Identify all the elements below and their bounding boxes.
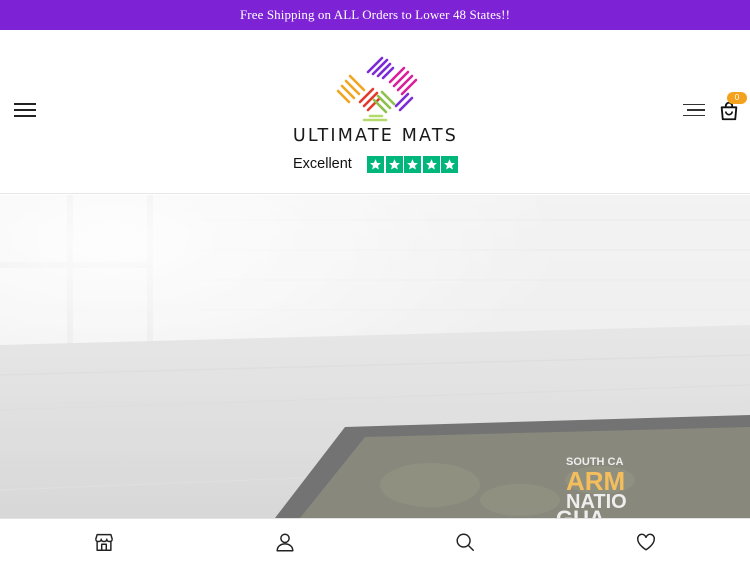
- star-icon: [404, 155, 421, 173]
- menu-lines-icon[interactable]: [683, 104, 705, 118]
- hero-image: SOUTH CA ARM NATIO GUA: [0, 195, 750, 518]
- account-icon[interactable]: [274, 531, 296, 553]
- brand-name: ULTIMATE MATS: [292, 126, 459, 146]
- star-icon: [367, 155, 384, 173]
- rating-label: Excellent: [293, 156, 352, 172]
- wishlist-heart-icon[interactable]: [635, 531, 657, 553]
- brand-logo[interactable]: ULTIMATE MATS Excellent: [288, 56, 463, 176]
- hamburger-menu-icon[interactable]: [14, 103, 36, 117]
- rating-stars: [367, 155, 458, 173]
- star-icon: [385, 155, 403, 173]
- bottom-navigation: [0, 518, 750, 563]
- logo-mark-icon: [336, 56, 418, 122]
- star-icon: [422, 155, 440, 173]
- cart-count-badge: 0: [727, 92, 747, 104]
- announcement-text: Free Shipping on ALL Orders to Lower 48 …: [239, 7, 511, 22]
- announcement-bar: Free Shipping on ALL Orders to Lower 48 …: [0, 0, 750, 30]
- search-icon[interactable]: [454, 531, 476, 553]
- site-header: ULTIMATE MATS Excellent 0: [0, 30, 750, 194]
- store-icon[interactable]: [93, 531, 115, 553]
- trustpilot-rating[interactable]: Excellent: [293, 153, 463, 175]
- hero-banner[interactable]: SOUTH CA ARM NATIO GUA: [0, 195, 750, 518]
- star-icon: [441, 155, 458, 173]
